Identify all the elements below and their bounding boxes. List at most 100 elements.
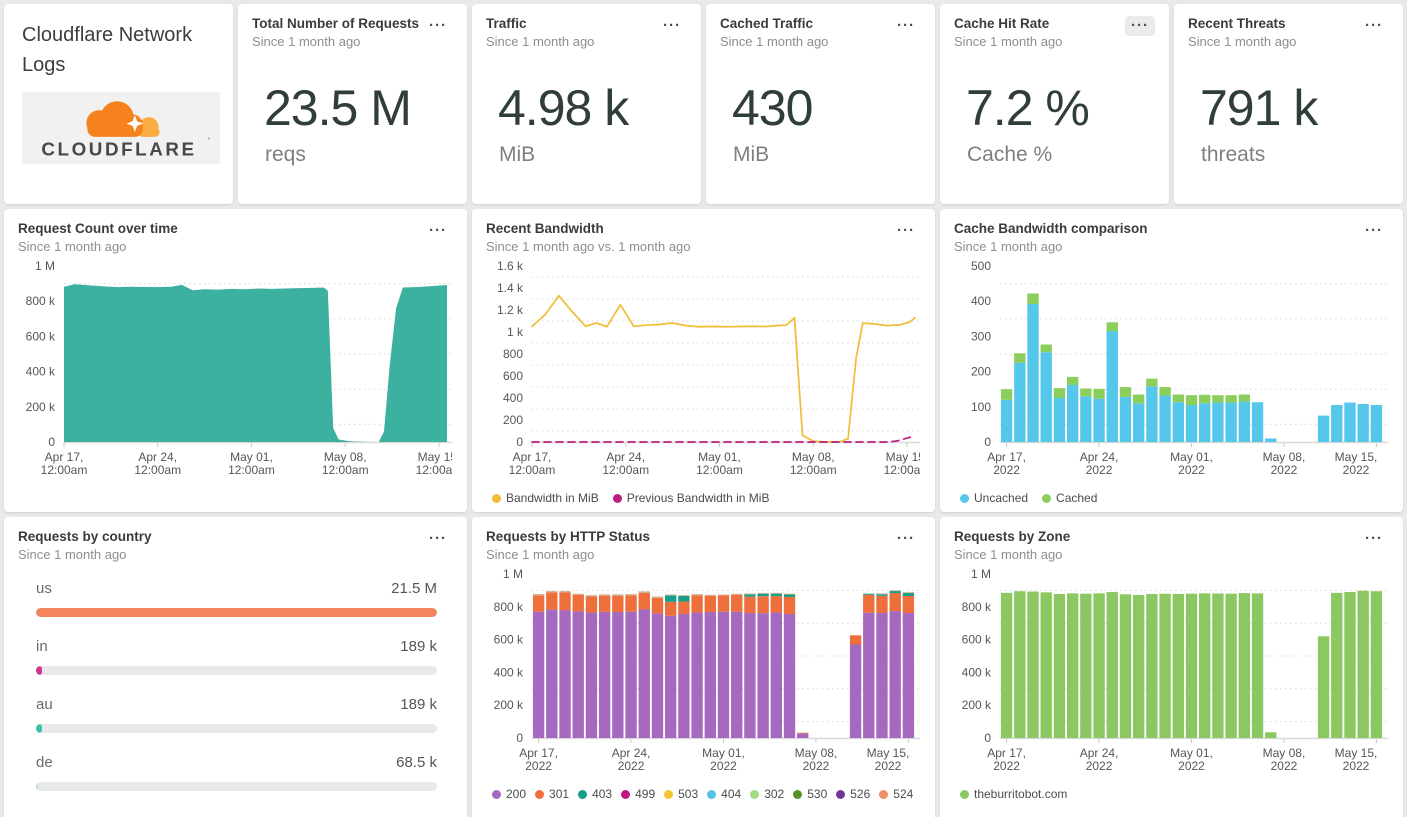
legend-label: Uncached bbox=[974, 491, 1029, 505]
card-menu-button[interactable]: ··· bbox=[891, 221, 921, 241]
legend-dot bbox=[750, 789, 760, 799]
card-header: Cache Hit Rate Since 1 month ago ··· bbox=[954, 16, 1155, 49]
svg-text:Apr 24,2022: Apr 24, 2022 bbox=[612, 746, 651, 773]
card-header: Total Number of Requests Since 1 month ag… bbox=[252, 16, 453, 49]
legend-item-302[interactable]: 302 bbox=[750, 787, 784, 801]
stat-card-traffic: Traffic Since 1 month ago ··· 4.98 k MiB bbox=[472, 4, 701, 204]
svg-text:1 M: 1 M bbox=[35, 259, 55, 273]
svg-text:1.6 k: 1.6 k bbox=[497, 259, 524, 273]
card-menu-button[interactable]: ··· bbox=[423, 529, 453, 549]
card-subtitle: Since 1 month ago bbox=[720, 34, 829, 49]
svg-text:600: 600 bbox=[503, 369, 523, 383]
chart-card-request-count: Request Count over time Since 1 month ago… bbox=[4, 209, 467, 512]
legend-item-499[interactable]: 499 bbox=[621, 787, 655, 801]
requests-by-country-chart: us 21.5 M in 189 k au 189 k de 68.5 k bbox=[18, 580, 453, 791]
legend-item-301[interactable]: 301 bbox=[535, 787, 569, 801]
svg-text:May 08,2022: May 08, 2022 bbox=[1263, 450, 1306, 477]
svg-text:May 01,12:00am: May 01, 12:00am bbox=[228, 450, 275, 477]
legend-item-cached[interactable]: Cached bbox=[1042, 491, 1097, 505]
card-header-text: Cache Hit Rate Since 1 month ago bbox=[954, 16, 1062, 49]
requests-by-zone-chart: 0 200 k 400 k 600 k 800 k 1 M Apr 17, 2022 Apr 2… bbox=[954, 566, 1389, 781]
svg-text:1.4 k: 1.4 k bbox=[497, 281, 524, 295]
country-row-in: in 189 k bbox=[36, 638, 437, 675]
country-bar-track bbox=[36, 724, 437, 733]
country-bar-fill bbox=[36, 666, 42, 675]
card-title: Requests by Zone bbox=[954, 529, 1071, 544]
legend-item-uncached[interactable]: Uncached bbox=[960, 491, 1028, 505]
svg-text:': ' bbox=[208, 136, 210, 146]
legend-item-530[interactable]: 530 bbox=[793, 787, 827, 801]
legend-dot bbox=[1042, 493, 1052, 503]
svg-text:Apr 24,2022: Apr 24, 2022 bbox=[1080, 746, 1119, 773]
country-label: de bbox=[36, 754, 53, 771]
card-header-text: Requests by Zone Since 1 month ago bbox=[954, 529, 1070, 562]
card-header: Recent Threats Since 1 month ago ··· bbox=[1188, 16, 1389, 49]
legend-item-503[interactable]: 503 bbox=[664, 787, 698, 801]
country-label: in bbox=[36, 638, 48, 655]
svg-text:May 01,12:00am: May 01, 12:00am bbox=[696, 450, 743, 477]
svg-text:May 15,12:00am: May 15,12:00am bbox=[884, 450, 920, 477]
legend-item-404[interactable]: 404 bbox=[707, 787, 741, 801]
svg-text:May 15,2022: May 15, 2022 bbox=[1335, 450, 1378, 477]
country-value: 189 k bbox=[400, 696, 437, 713]
legend-dot bbox=[612, 493, 622, 503]
svg-text:Apr 24,12:00am: Apr 24, 12:00am bbox=[134, 450, 181, 477]
more-menu-icon: ··· bbox=[1365, 530, 1383, 547]
card-menu-button[interactable]: ··· bbox=[423, 16, 453, 36]
svg-text:200 k: 200 k bbox=[962, 698, 992, 712]
legend-item-bandwidth-in-mib[interactable]: Bandwidth in MiB bbox=[492, 491, 599, 505]
card-menu-button[interactable]: ··· bbox=[891, 529, 921, 549]
card-menu-button[interactable]: ··· bbox=[1125, 16, 1155, 36]
card-menu-button[interactable]: ··· bbox=[657, 16, 687, 36]
svg-text:0: 0 bbox=[516, 435, 523, 449]
card-menu-button[interactable]: ··· bbox=[423, 221, 453, 241]
svg-text:May 08,12:00am: May 08, 12:00am bbox=[790, 450, 837, 477]
legend-item-524[interactable]: 524 bbox=[879, 787, 913, 801]
stat-value: 430 bbox=[732, 80, 813, 136]
stat-value: 7.2 % bbox=[966, 80, 1090, 136]
svg-text:200 k: 200 k bbox=[26, 400, 56, 414]
card-header-text: Recent Threats Since 1 month ago bbox=[1188, 16, 1296, 49]
svg-text:1 M: 1 M bbox=[971, 567, 991, 581]
legend-label: 200 bbox=[506, 787, 527, 801]
svg-text:1.2 k: 1.2 k bbox=[497, 303, 524, 317]
legend-item-previous-bandwidth-in-mib[interactable]: Previous Bandwidth in MiB bbox=[612, 491, 769, 505]
card-menu-button[interactable]: ··· bbox=[1359, 16, 1389, 36]
country-bar-fill bbox=[36, 724, 42, 733]
card-subtitle: Since 1 month ago bbox=[18, 239, 127, 254]
dashboard: Cloudflare Network Logs CLOUDFLARE ' Tot… bbox=[0, 0, 1407, 817]
country-row-au: au 189 k bbox=[36, 696, 437, 733]
legend-item-200[interactable]: 200 bbox=[492, 787, 526, 801]
card-menu-button[interactable]: ··· bbox=[891, 16, 921, 36]
card-title: Cache Hit Rate bbox=[954, 16, 1050, 31]
stat-unit: Cache % bbox=[967, 143, 1053, 166]
svg-text:Apr 17,2022: Apr 17, 2022 bbox=[987, 746, 1026, 773]
card-menu-button[interactable]: ··· bbox=[1359, 221, 1389, 241]
country-row-text: de 68.5 k bbox=[36, 754, 437, 771]
svg-text:May 15,12:00am: May 15,12:00am bbox=[416, 450, 452, 477]
http-status-chart: 0 200 k 400 k 600 k 800 k 1 M Apr 17, 2022 Apr 2… bbox=[486, 566, 921, 781]
svg-text:800: 800 bbox=[503, 347, 523, 361]
card-header: Traffic Since 1 month ago ··· bbox=[486, 16, 687, 49]
stat-card-recent-threats: Recent Threats Since 1 month ago ··· 791 k t… bbox=[1174, 4, 1403, 204]
more-menu-icon: ··· bbox=[1365, 17, 1383, 34]
svg-text:0: 0 bbox=[516, 731, 523, 745]
svg-text:600 k: 600 k bbox=[26, 329, 56, 343]
svg-text:Apr 17,2022: Apr 17, 2022 bbox=[519, 746, 558, 773]
card-header: Cache Bandwidth comparison Since 1 month … bbox=[954, 221, 1389, 254]
card-menu-button[interactable]: ··· bbox=[1359, 529, 1389, 549]
svg-text:May 08,12:00am: May 08, 12:00am bbox=[322, 450, 369, 477]
legend-dot bbox=[621, 789, 631, 799]
chart-legend: theburritobot.com bbox=[960, 787, 1389, 801]
legend-label: Bandwidth in MiB bbox=[506, 491, 599, 505]
card-header-text: Total Number of Requests Since 1 month ag… bbox=[252, 16, 419, 49]
legend-item-theburritobot-com[interactable]: theburritobot.com bbox=[960, 787, 1067, 801]
legend-label: 503 bbox=[678, 787, 699, 801]
svg-text:CLOUDFLARE: CLOUDFLARE bbox=[41, 139, 196, 160]
more-menu-icon: ··· bbox=[429, 17, 447, 34]
legend-item-526[interactable]: 526 bbox=[836, 787, 870, 801]
legend-item-403[interactable]: 403 bbox=[578, 787, 612, 801]
card-header: Cached Traffic Since 1 month ago ··· bbox=[720, 16, 921, 49]
stat-value: 23.5 M bbox=[264, 80, 412, 136]
card-header: Requests by Zone Since 1 month ago ··· bbox=[954, 529, 1389, 562]
